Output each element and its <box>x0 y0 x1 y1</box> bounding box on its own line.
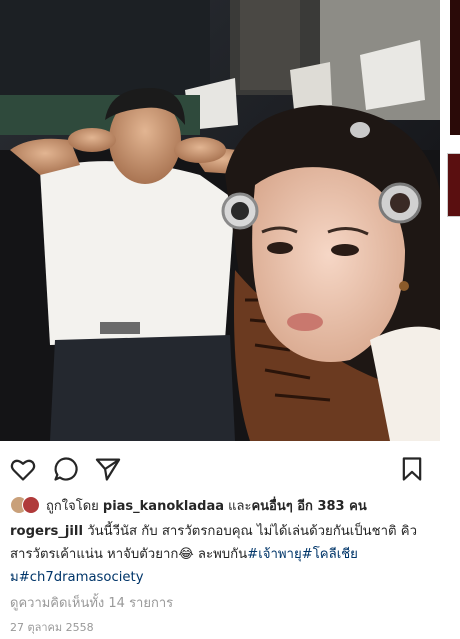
liker-avatar-2 <box>22 496 40 514</box>
view-all-comments-link[interactable]: ดูความคิดเห็นทั้ง 14 รายการ <box>10 592 173 613</box>
likes-summary: ถูกใจโดย pias_kanokladaa และคนอื่นๆ อีก … <box>10 494 367 516</box>
post-action-bar <box>0 441 440 497</box>
likes-connector: และ <box>228 498 252 514</box>
liker-username[interactable]: pias_kanokladaa <box>103 499 224 514</box>
selfie-photo-illustration <box>0 0 440 441</box>
paper-plane-icon[interactable] <box>94 455 124 485</box>
post-date: 27 ตุลาคม 2558 <box>10 621 94 634</box>
caption-username[interactable]: rogers_jill <box>10 524 83 539</box>
heart-icon[interactable] <box>9 455 39 485</box>
hashtag-link[interactable]: #ch7dramasociety <box>19 570 144 585</box>
bookmark-icon[interactable] <box>398 455 428 485</box>
hashtag-link[interactable]: #เจ้าพายุ <box>247 547 302 562</box>
likes-prefix: ถูกใจโดย <box>46 498 99 514</box>
post-caption: rogers_jill วันนี้วีนัส กับ สารวัตรกอบคุ… <box>10 520 435 589</box>
likes-others-link[interactable]: คนอื่นๆ อีก 383 คน <box>251 499 366 514</box>
likes-text: ถูกใจโดย pias_kanokladaa และคนอื่นๆ อีก … <box>46 495 367 516</box>
comment-bubble-icon[interactable] <box>52 455 82 485</box>
post-photo[interactable] <box>0 0 440 441</box>
adjacent-thumbnail[interactable] <box>447 153 460 217</box>
adjacent-thumbnail-top[interactable] <box>450 0 460 135</box>
